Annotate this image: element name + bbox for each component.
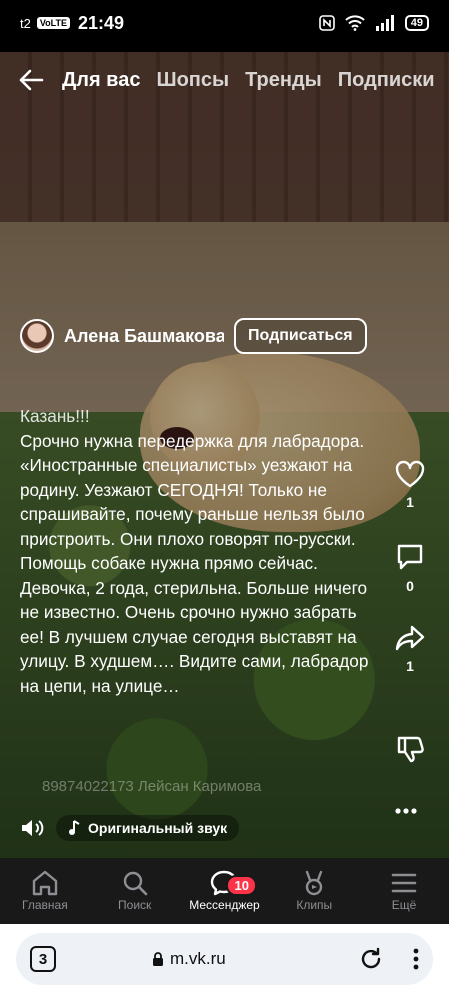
tabbar-label-clips: Клипы [296, 898, 333, 912]
dislike-button[interactable] [382, 734, 438, 764]
browser-bar: 3 m.vk.ru [0, 924, 449, 1000]
tab-subscriptions[interactable]: Подписки [338, 69, 435, 92]
comment-count: 0 [406, 578, 414, 594]
share-count: 1 [406, 658, 414, 674]
url-text: m.vk.ru [170, 949, 226, 968]
tab-trends[interactable]: Тренды [245, 69, 322, 92]
tab-for-you[interactable]: Для вас [62, 69, 140, 92]
browser-menu-button[interactable] [413, 948, 419, 970]
address-bar[interactable]: 3 m.vk.ru [16, 933, 433, 985]
tab-shops[interactable]: Шопсы [156, 69, 229, 92]
author-row: Алена Башмакова Подписаться [20, 318, 367, 354]
like-button[interactable]: 1 [382, 460, 438, 510]
url-display[interactable]: m.vk.ru [152, 949, 226, 969]
top-navigation: Для вас Шопсы Тренды Подписки [0, 62, 449, 98]
thumbs-down-icon [397, 736, 424, 763]
arrow-left-icon [19, 69, 44, 91]
bottom-tab-bar: Главная Поиск 10 Мессенджер Клипы Ещё [0, 858, 449, 924]
carrier-label: t2 [20, 15, 31, 31]
lock-icon [153, 951, 163, 966]
heart-icon [395, 460, 425, 488]
more-horizontal-icon [395, 808, 417, 814]
original-sound-button[interactable]: Оригинальный звук [56, 815, 240, 841]
post-body: Срочно нужна передержка для лабрадора. «… [20, 430, 369, 696]
signal-icon [375, 15, 395, 31]
nfc-icon [318, 15, 335, 31]
tabbar-label-home: Главная [22, 898, 68, 912]
share-button[interactable]: 1 [382, 624, 438, 674]
share-icon [395, 625, 425, 651]
comment-button[interactable]: 0 [382, 542, 438, 594]
tabbar-label-search: Поиск [118, 898, 152, 912]
post-description[interactable]: Казань!!! Срочно нужна передержка для ла… [20, 404, 380, 698]
menu-icon [391, 873, 417, 893]
avatar[interactable] [20, 319, 54, 353]
post-city-line: Казань!!! [20, 406, 90, 426]
back-button[interactable] [0, 69, 62, 91]
subscribe-button[interactable]: Подписаться [234, 318, 367, 354]
tabbar-item-messenger[interactable]: 10 Мессенджер [184, 870, 264, 912]
tabbar-label-more: Ещё [391, 898, 417, 912]
tabbar-item-search[interactable]: Поиск [95, 870, 175, 912]
volume-icon[interactable] [20, 818, 44, 838]
wifi-icon [345, 15, 365, 31]
tabbar-item-clips[interactable]: Клипы [274, 870, 354, 912]
home-icon [32, 870, 58, 896]
tabbar-item-home[interactable]: Главная [5, 870, 85, 912]
messenger-unread-badge: 10 [226, 875, 257, 896]
sound-row: Оригинальный звук [20, 815, 240, 841]
search-icon [123, 871, 147, 896]
status-bar: t2 VoLTE 21:49 49 [0, 0, 449, 46]
video-watermark-text: 89874022173 Лейсан Каримова [42, 778, 262, 795]
feed-tabs: Для вас Шопсы Тренды Подписки [62, 69, 442, 92]
clock: 21:49 [78, 12, 125, 33]
music-note-icon [69, 820, 80, 835]
original-sound-label: Оригинальный звук [88, 820, 228, 836]
reload-button[interactable] [359, 947, 383, 971]
more-options-button[interactable] [395, 808, 417, 814]
author-name[interactable]: Алена Башмакова [64, 326, 224, 347]
battery-indicator: 49 [404, 15, 429, 31]
more-vertical-icon [413, 948, 419, 970]
tabbar-item-more[interactable]: Ещё [364, 870, 444, 912]
tabbar-label-messenger: Мессенджер [189, 898, 260, 912]
clips-icon [306, 870, 323, 896]
comment-icon [397, 544, 423, 570]
reload-icon [361, 947, 381, 969]
tab-switcher-button[interactable]: 3 [30, 946, 56, 972]
volte-badge: VoLTE [36, 17, 71, 29]
like-count: 1 [406, 494, 414, 510]
